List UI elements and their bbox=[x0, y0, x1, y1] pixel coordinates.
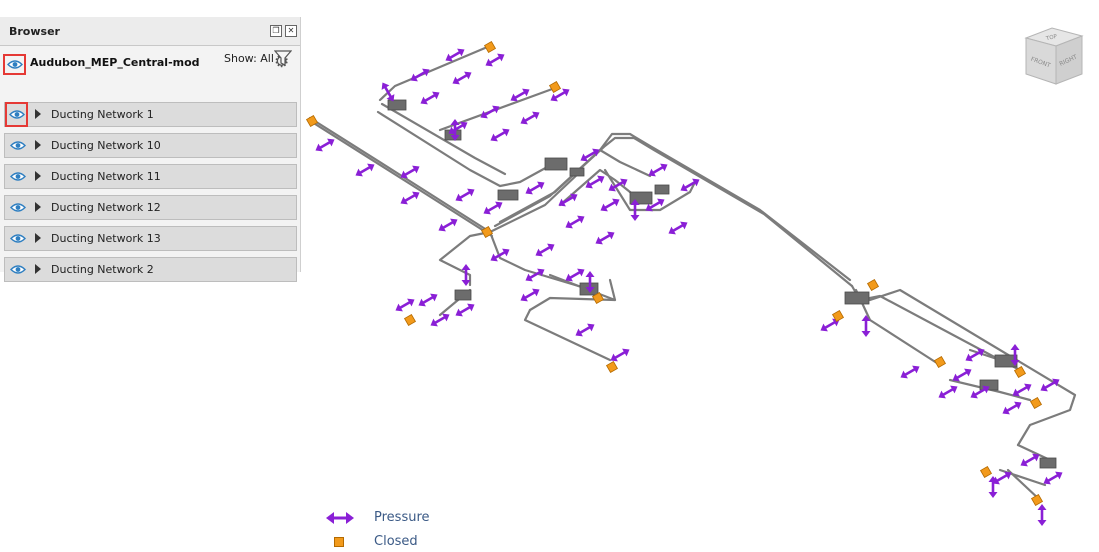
closed-valve-marker bbox=[866, 278, 880, 292]
legend-pressure-label: Pressure bbox=[374, 510, 430, 525]
network-list: Ducting Network 1 Ducting Network 10 Ducti… bbox=[4, 102, 297, 288]
legend-closed: Closed bbox=[326, 532, 446, 552]
pressure-arrow bbox=[1037, 504, 1047, 526]
network-row[interactable]: Ducting Network 10 bbox=[4, 133, 297, 158]
pressure-arrow bbox=[580, 148, 600, 162]
network-label: Ducting Network 1 bbox=[51, 108, 154, 121]
pressure-arrow bbox=[520, 288, 540, 302]
pressure-arrow bbox=[355, 163, 375, 177]
pressure-arrow bbox=[600, 198, 620, 212]
pressure-arrow bbox=[410, 68, 430, 82]
duct-segment bbox=[868, 288, 1077, 447]
duct-segment bbox=[310, 120, 494, 238]
pressure-arrow bbox=[395, 298, 415, 312]
network-row[interactable]: Ducting Network 12 bbox=[4, 195, 297, 220]
closed-valve-marker bbox=[483, 40, 497, 54]
equipment-box bbox=[1039, 457, 1057, 469]
network-label: Ducting Network 11 bbox=[51, 170, 161, 183]
equipment-box bbox=[544, 157, 568, 171]
expand-arrow-icon[interactable] bbox=[35, 140, 41, 150]
equipment-box bbox=[654, 184, 670, 195]
network-row[interactable]: Ducting Network 11 bbox=[4, 164, 297, 189]
legend-closed-label: Closed bbox=[374, 534, 418, 549]
visibility-eye-icon[interactable] bbox=[7, 259, 28, 280]
pressure-arrow bbox=[400, 191, 420, 205]
equipment-box bbox=[569, 167, 585, 177]
pressure-arrow bbox=[520, 111, 540, 125]
visibility-eye-icon[interactable] bbox=[5, 102, 28, 127]
pressure-arrow bbox=[575, 323, 595, 337]
pressure-arrow bbox=[668, 221, 688, 235]
close-icon[interactable]: ✕ bbox=[285, 25, 297, 37]
pressure-arrow bbox=[430, 313, 450, 327]
pressure-arrow bbox=[490, 128, 510, 142]
network-label: Ducting Network 12 bbox=[51, 201, 161, 214]
pressure-arrow bbox=[485, 53, 505, 67]
equipment-box bbox=[497, 189, 519, 201]
browser-panel: Browser ❐ ✕ Audubon_MEP_Central-mod ⚙ Sh… bbox=[0, 17, 301, 282]
network-label: Ducting Network 13 bbox=[51, 232, 161, 245]
closed-valve-marker bbox=[1030, 493, 1044, 507]
duct-segment bbox=[1006, 468, 1042, 502]
expand-arrow-icon[interactable] bbox=[35, 171, 41, 181]
expand-arrow-icon[interactable] bbox=[35, 233, 41, 243]
filter-funnel-icon[interactable] bbox=[273, 50, 293, 70]
network-row[interactable]: Ducting Network 1 bbox=[4, 102, 297, 127]
pressure-arrow bbox=[452, 71, 472, 85]
closed-valve-marker bbox=[1029, 396, 1043, 410]
model-visibility-eye-icon[interactable] bbox=[3, 54, 26, 75]
equipment-box bbox=[844, 291, 870, 305]
pressure-arrow bbox=[535, 243, 555, 257]
duct-segment bbox=[523, 308, 612, 362]
pressure-arrow bbox=[455, 188, 475, 202]
equipment-box bbox=[979, 379, 999, 391]
pressure-arrow bbox=[420, 91, 440, 105]
show-filter-label: Show: All bbox=[224, 52, 274, 65]
closed-valve-marker bbox=[605, 360, 619, 374]
pressure-arrow bbox=[455, 303, 475, 317]
pressure-arrow bbox=[938, 385, 958, 399]
pressure-arrow bbox=[610, 348, 630, 362]
pressure-arrow bbox=[438, 218, 458, 232]
pressure-arrow-icon bbox=[326, 512, 354, 524]
closed-valve-marker bbox=[933, 355, 947, 369]
model-name: Audubon_MEP_Central-mod bbox=[30, 56, 200, 69]
pressure-arrow bbox=[1002, 401, 1022, 415]
pressure-arrow bbox=[315, 138, 335, 152]
network-label: Ducting Network 10 bbox=[51, 139, 161, 152]
network-row[interactable]: Ducting Network 2 bbox=[4, 257, 297, 282]
pressure-arrow bbox=[565, 215, 585, 229]
viewcube-icon[interactable]: TOP FRONT RIGHT bbox=[1022, 24, 1086, 90]
pressure-arrow bbox=[418, 293, 438, 307]
closed-valve-marker bbox=[403, 313, 417, 327]
restore-icon[interactable]: ❐ bbox=[270, 25, 282, 37]
closed-valve-marker bbox=[979, 465, 993, 479]
visibility-eye-icon[interactable] bbox=[7, 166, 28, 187]
pressure-arrow bbox=[595, 231, 615, 245]
network-label: Ducting Network 2 bbox=[51, 263, 154, 276]
legend-pressure: Pressure bbox=[326, 508, 446, 528]
pressure-arrow bbox=[558, 193, 578, 207]
duct-segment bbox=[308, 116, 492, 234]
pressure-arrow bbox=[483, 201, 503, 215]
closed-valve-marker bbox=[548, 80, 562, 94]
expand-arrow-icon[interactable] bbox=[35, 109, 41, 119]
pressure-arrow bbox=[480, 105, 500, 119]
model-viewport[interactable] bbox=[300, 0, 1099, 549]
visibility-eye-icon[interactable] bbox=[7, 228, 28, 249]
equipment-box bbox=[387, 99, 407, 111]
equipment-box bbox=[454, 289, 472, 301]
expand-arrow-icon[interactable] bbox=[35, 202, 41, 212]
duct-segment bbox=[493, 132, 852, 282]
browser-title: Browser bbox=[9, 24, 60, 38]
visibility-eye-icon[interactable] bbox=[7, 135, 28, 156]
pressure-arrow bbox=[525, 181, 545, 195]
expand-arrow-icon[interactable] bbox=[35, 264, 41, 274]
visibility-eye-icon[interactable] bbox=[7, 197, 28, 218]
browser-header: Browser ❐ ✕ bbox=[0, 17, 300, 46]
network-row[interactable]: Ducting Network 13 bbox=[4, 226, 297, 251]
closed-square-icon bbox=[334, 537, 344, 547]
pressure-arrow bbox=[900, 365, 920, 379]
